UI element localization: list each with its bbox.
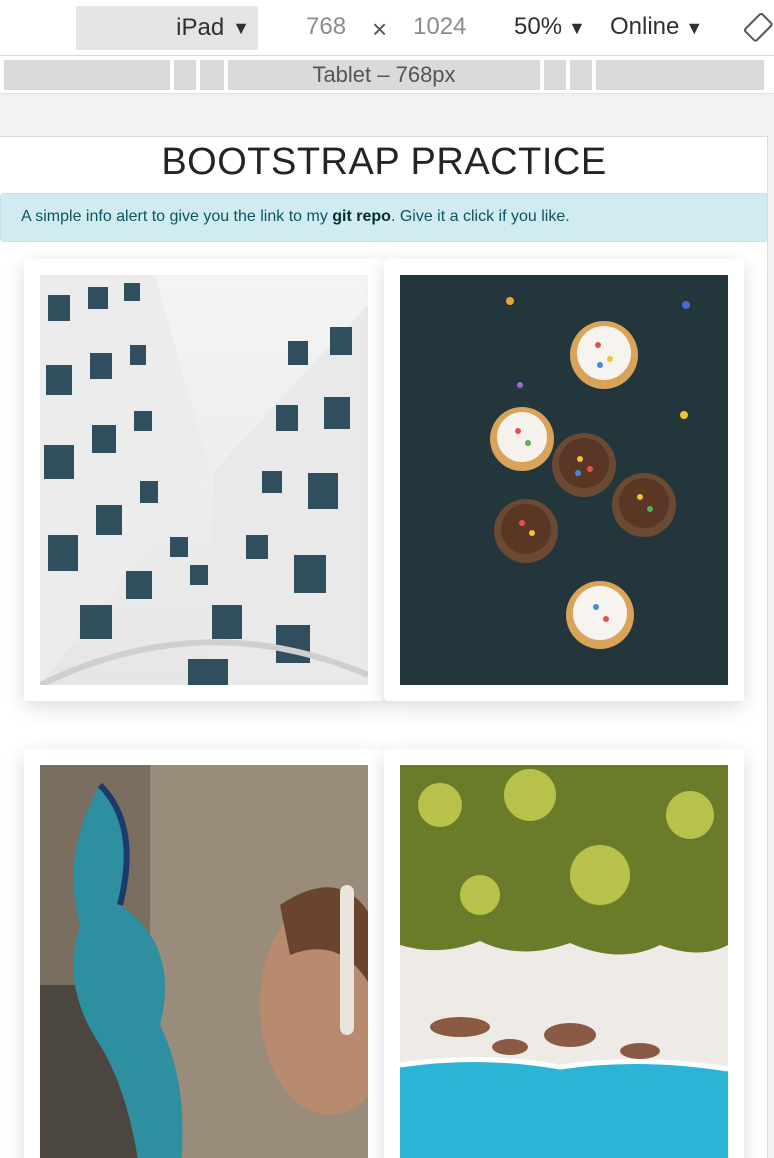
alert-text-after: . Give it a click if you like. [390, 208, 570, 225]
building-photo [40, 275, 368, 685]
image-card [384, 259, 744, 701]
breakpoint-label: Tablet – 768px [312, 62, 456, 87]
times-icon: × [372, 14, 388, 44]
breakpoint-segment[interactable] [570, 60, 592, 90]
network-throttle-select[interactable]: Online ▼ [610, 13, 703, 41]
graffiti-photo [40, 765, 368, 1158]
media-query-bar: Tablet – 768px [0, 56, 774, 94]
image-card [384, 749, 744, 1158]
breakpoint-segment[interactable] [4, 60, 170, 90]
chevron-down-icon: ▼ [568, 18, 586, 38]
page-title: BOOTSTRAP PRACTICE [161, 141, 607, 183]
image-card [24, 259, 384, 701]
network-label: Online [610, 13, 680, 40]
rotate-icon[interactable] [744, 12, 774, 44]
page-viewport: BOOTSTRAP PRACTICE A simple info alert t… [0, 136, 768, 1158]
beach-photo [400, 765, 728, 1158]
cupcakes-photo [400, 275, 728, 685]
breakpoint-segment[interactable] [200, 60, 224, 90]
device-select[interactable]: iPad ▼ [76, 6, 258, 50]
image-card [24, 749, 384, 1158]
breakpoint-segment[interactable] [596, 60, 764, 90]
breakpoint-segment[interactable] [174, 60, 196, 90]
width-input[interactable]: 768 [306, 13, 346, 41]
device-toolbar: iPad ▼ 768 × 1024 50% ▼ Online ▼ [0, 0, 774, 56]
breakpoint-segment[interactable] [544, 60, 566, 90]
breakpoint-tablet[interactable]: Tablet – 768px [228, 60, 540, 90]
zoom-label: 50% [514, 13, 563, 40]
chevron-down-icon: ▼ [685, 18, 704, 38]
git-repo-link[interactable]: git repo [332, 208, 391, 225]
height-input[interactable]: 1024 [413, 13, 466, 41]
zoom-select[interactable]: 50% ▼ [514, 13, 586, 41]
info-alert: A simple info alert to give you the link… [0, 193, 767, 242]
device-select-label: iPad [176, 14, 225, 41]
chevron-down-icon: ▼ [232, 17, 250, 38]
alert-text-before: A simple info alert to give you the link… [21, 208, 333, 225]
